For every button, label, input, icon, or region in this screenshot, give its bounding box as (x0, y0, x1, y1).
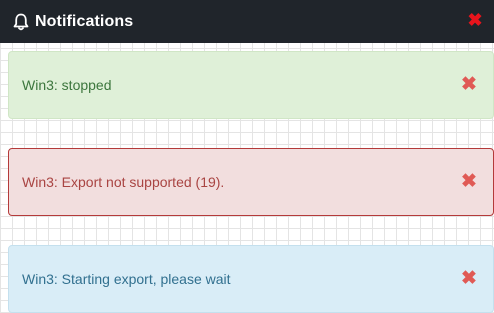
notification-item-error: Win3: Export not supported (19). ✖ (8, 148, 494, 216)
notification-message: Win3: stopped (22, 77, 112, 93)
panel-title: Notifications (35, 12, 134, 30)
close-panel-icon[interactable]: ✖ (465, 10, 485, 30)
notifications-panel: Notifications ✖ Win3: stopped ✖ Win3: Ex… (0, 0, 494, 313)
dismiss-notification-icon[interactable]: ✖ (459, 269, 479, 289)
bell-icon (12, 12, 30, 32)
dismiss-notification-icon[interactable]: ✖ (459, 75, 479, 95)
dismiss-notification-icon[interactable]: ✖ (459, 172, 479, 192)
notification-item-success: Win3: stopped ✖ (8, 51, 494, 119)
notification-message: Win3: Export not supported (19). (22, 174, 225, 190)
notification-item-info: Win3: Starting export, please wait ✖ (8, 245, 494, 313)
notification-message: Win3: Starting export, please wait (22, 271, 231, 287)
notifications-header: Notifications ✖ (0, 0, 494, 43)
